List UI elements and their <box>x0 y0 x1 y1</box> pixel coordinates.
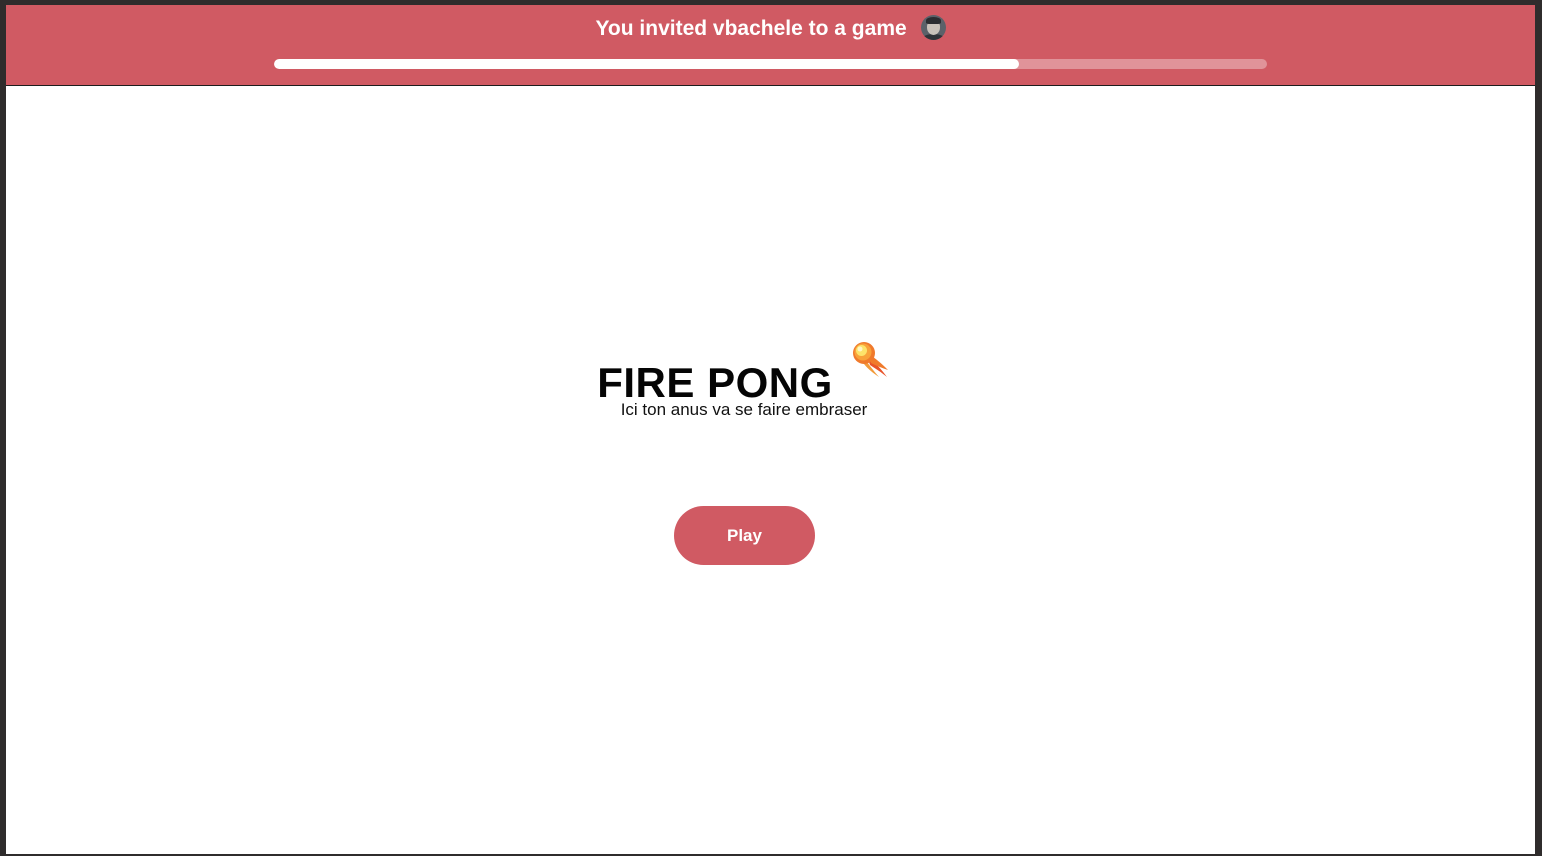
invitation-message-row: You invited vbachele to a game <box>6 15 1535 43</box>
window-frame: You invited vbachele to a game FIRE PONG <box>0 0 1542 856</box>
invitation-message: You invited vbachele to a game <box>595 17 907 40</box>
invitation-timeout-progress <box>274 59 1267 69</box>
title-row: FIRE PONG <box>6 339 1482 407</box>
invitation-timeout-progress-fill <box>274 59 1019 69</box>
page-viewport: You invited vbachele to a game FIRE PONG <box>6 5 1535 854</box>
page-subtitle: Ici ton anus va se faire embraser <box>620 400 868 419</box>
invitation-banner: You invited vbachele to a game <box>6 5 1535 86</box>
invitee-avatar <box>920 15 946 40</box>
comet-fireball-icon <box>852 342 888 377</box>
play-button[interactable]: Play <box>674 506 815 565</box>
